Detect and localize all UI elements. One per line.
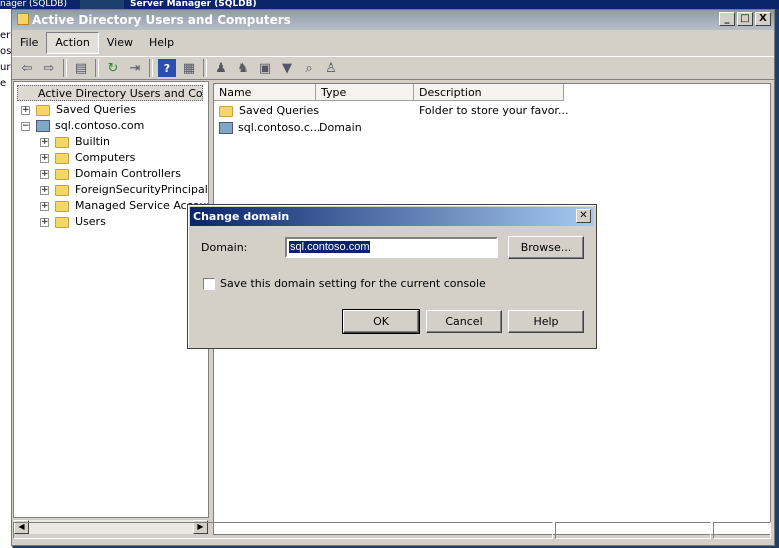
folder-icon — [55, 152, 69, 164]
tree-item-foreign-security-principals[interactable]: + ForeignSecurityPrincipals — [40, 182, 209, 198]
tree-item-label: ForeignSecurityPrincipals — [75, 183, 209, 196]
change-domain-dialog: Change domain ✕ Domain: sql.contoso.com … — [187, 204, 597, 349]
export-list-icon[interactable]: ⇥ — [126, 59, 144, 77]
expand-icon[interactable]: + — [40, 217, 49, 227]
background-text-fragment: er — [0, 30, 11, 41]
list-item-type: Domain — [319, 121, 362, 134]
tree-item-domain-controllers[interactable]: + Domain Controllers — [40, 166, 181, 182]
cancel-button[interactable]: Cancel — [426, 310, 502, 333]
collapse-icon[interactable]: − — [21, 121, 30, 131]
tree-item-label: Computers — [75, 151, 136, 164]
save-domain-checkbox-label[interactable]: Save this domain setting for the current… — [220, 277, 486, 291]
console-tree: Active Directory Users and Comput + Save… — [13, 81, 209, 518]
save-domain-checkbox[interactable] — [203, 278, 215, 290]
status-panel — [713, 522, 771, 539]
folder-icon — [36, 104, 50, 116]
domain-input-value: sql.contoso.com — [289, 241, 371, 253]
menu-bar: File Action View Help — [12, 32, 774, 54]
folder-icon — [55, 184, 69, 196]
folder-icon — [219, 105, 233, 117]
toolbar-separator — [63, 59, 67, 77]
menu-help[interactable]: Help — [141, 33, 182, 53]
folder-icon — [55, 136, 69, 148]
forward-icon[interactable]: ⇨ — [40, 59, 58, 77]
dialog-close-button[interactable]: ✕ — [576, 209, 591, 223]
window-title: Active Directory Users and Computers — [32, 13, 291, 27]
status-panel — [555, 522, 711, 539]
menu-file[interactable]: File — [12, 33, 46, 53]
dialog-title: Change domain — [193, 210, 290, 223]
background-window-title: Server Manager (SQLDB) — [124, 0, 779, 9]
list-item-description: Folder to store your favor... — [419, 104, 569, 117]
background-text-fragment: ur — [0, 62, 11, 73]
domain-label: Domain: — [201, 241, 248, 254]
toolbar: ⇦ ⇨ ▤ ↻ ⇥ ? ▦ ♟ ♞ ▣ ▼ ⌕ ♙ — [12, 56, 774, 80]
ou-folder-icon — [55, 168, 69, 180]
background-text-fragment: e — [0, 78, 7, 89]
folder-icon — [55, 200, 69, 212]
column-header-description[interactable]: Description — [414, 84, 564, 101]
ok-button[interactable]: OK — [342, 309, 420, 334]
minimize-button[interactable]: _ — [719, 12, 735, 26]
background-window-title: nager (SQLDB) — [0, 0, 80, 9]
expand-icon[interactable]: + — [40, 169, 49, 179]
list-item[interactable]: Saved Queries — [219, 103, 319, 119]
list-item[interactable]: sql.contoso.c... — [219, 120, 320, 136]
filter-icon[interactable]: ▼ — [278, 59, 296, 77]
app-icon — [17, 13, 29, 25]
list-item-name: sql.contoso.c... — [238, 121, 321, 134]
help-icon[interactable]: ? — [158, 59, 176, 77]
folder-icon — [55, 216, 69, 228]
list-item-name: Saved Queries — [239, 104, 319, 117]
column-header-type[interactable]: Type — [316, 84, 414, 101]
close-button[interactable]: X — [755, 12, 771, 26]
window-titlebar[interactable]: Active Directory Users and Computers _ □… — [12, 10, 774, 30]
tree-item-label: Saved Queries — [56, 103, 136, 116]
tree-root[interactable]: Active Directory Users and Comput — [17, 85, 203, 101]
tree-item-builtin[interactable]: + Builtin — [40, 134, 110, 150]
toolbar-separator — [149, 59, 153, 77]
tree-item-saved-queries[interactable]: + Saved Queries — [21, 102, 136, 118]
refresh-icon[interactable]: ↻ — [104, 59, 122, 77]
domain-icon — [219, 122, 233, 134]
find-icon[interactable]: ⌕ — [300, 59, 318, 77]
dialog-titlebar[interactable]: Change domain ✕ — [190, 207, 594, 226]
domain-input[interactable]: sql.contoso.com — [285, 237, 498, 258]
toolbar-separator — [95, 59, 99, 77]
tree-item-managed-service-accounts[interactable]: + Managed Service Accounts — [40, 198, 208, 214]
new-ou-icon[interactable]: ▣ — [256, 59, 274, 77]
new-user-icon[interactable]: ♟ — [212, 59, 230, 77]
tree-item-label: Builtin — [75, 135, 110, 148]
new-group-icon[interactable]: ♞ — [234, 59, 252, 77]
toolbar-separator — [203, 59, 207, 77]
expand-icon[interactable]: + — [40, 201, 49, 211]
tree-item-domain[interactable]: − sql.contoso.com — [21, 118, 144, 134]
menu-action[interactable]: Action — [46, 32, 99, 54]
tree-item-label: Users — [75, 215, 106, 228]
status-bar — [12, 521, 774, 541]
status-panel — [13, 522, 553, 539]
tree-item-users[interactable]: + Users — [40, 214, 106, 230]
expand-icon[interactable]: + — [40, 153, 49, 163]
domain-icon — [36, 120, 50, 132]
expand-icon[interactable]: + — [40, 185, 49, 195]
tree-item-label: sql.contoso.com — [55, 119, 145, 132]
tree-item-label: Domain Controllers — [75, 167, 182, 180]
maximize-button[interactable]: □ — [737, 12, 753, 26]
add-to-group-icon[interactable]: ♙ — [322, 59, 340, 77]
properties-icon[interactable]: ▦ — [180, 59, 198, 77]
column-header-name[interactable]: Name — [214, 84, 316, 101]
expand-icon[interactable]: + — [21, 105, 30, 115]
expand-icon[interactable]: + — [40, 137, 49, 147]
help-button[interactable]: Help — [508, 310, 584, 333]
back-icon[interactable]: ⇦ — [18, 59, 36, 77]
browse-button[interactable]: Browse... — [508, 236, 584, 259]
show-console-tree-icon[interactable]: ▤ — [72, 59, 90, 77]
tree-item-computers[interactable]: + Computers — [40, 150, 135, 166]
menu-view[interactable]: View — [99, 33, 141, 53]
